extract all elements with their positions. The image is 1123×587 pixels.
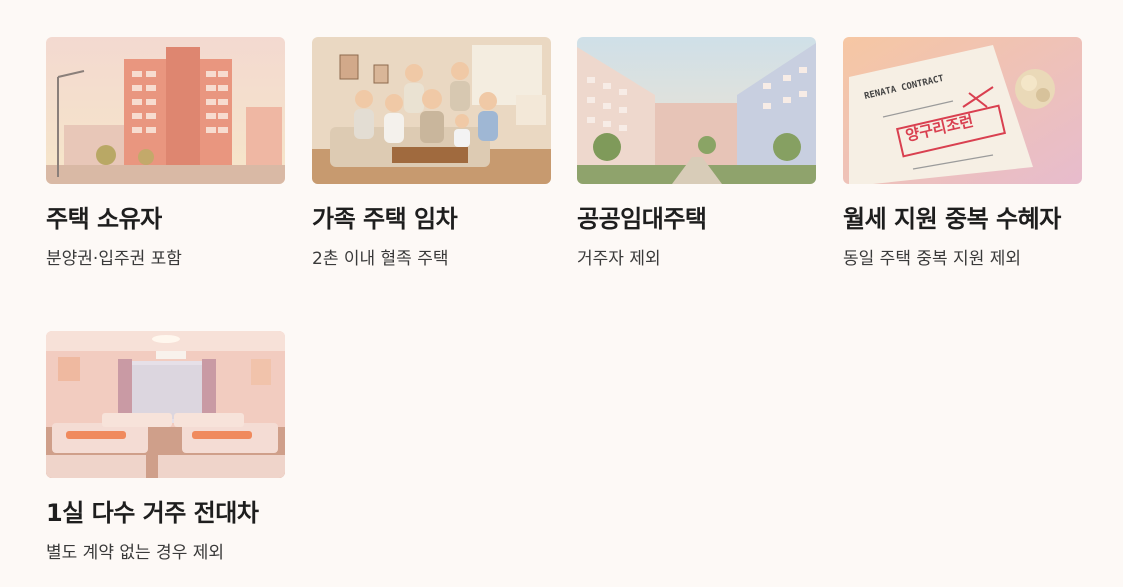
card-title: 가족 주택 임차 [312,205,458,233]
rental-contract-rejected-image: RENATA CONTRACT 양구리조런 [843,37,1082,184]
shared-bedroom-image [46,331,285,478]
card-description: 별도 계약 없는 경우 제외 [46,543,225,563]
card-title: 공공임대주택 [577,205,707,233]
card-title: 월세 지원 중복 수혜자 [843,205,1061,233]
card-description: 분양권·입주권 포함 [46,249,182,269]
ineligible-cases-grid: 주택 소유자 분양권·입주권 포함 가족 주택 임차 2촌 이내 혈족 주택 공… [0,0,1123,587]
card-family-rental: 가족 주택 임차 2촌 이내 혈족 주택 [312,37,551,270]
apartment-building-image [46,37,285,184]
card-title: 주택 소유자 [46,205,162,233]
card-public-rental: 공공임대주택 거주자 제외 [577,37,816,270]
card-description: 2촌 이내 혈족 주택 [312,249,449,269]
card-shared-room-sublease: 1실 다수 거주 전대차 별도 계약 없는 경우 제외 [46,331,285,564]
card-duplicate-support: RENATA CONTRACT 양구리조런 월세 지원 중복 수혜자 동일 주택… [843,37,1082,270]
card-description: 동일 주택 중복 지원 제외 [843,249,1022,269]
card-description: 거주자 제외 [577,249,661,269]
card-homeowner: 주택 소유자 분양권·입주권 포함 [46,37,285,270]
public-housing-complex-image [577,37,816,184]
card-title: 1실 다수 거주 전대차 [46,499,259,527]
family-living-room-image [312,37,551,184]
